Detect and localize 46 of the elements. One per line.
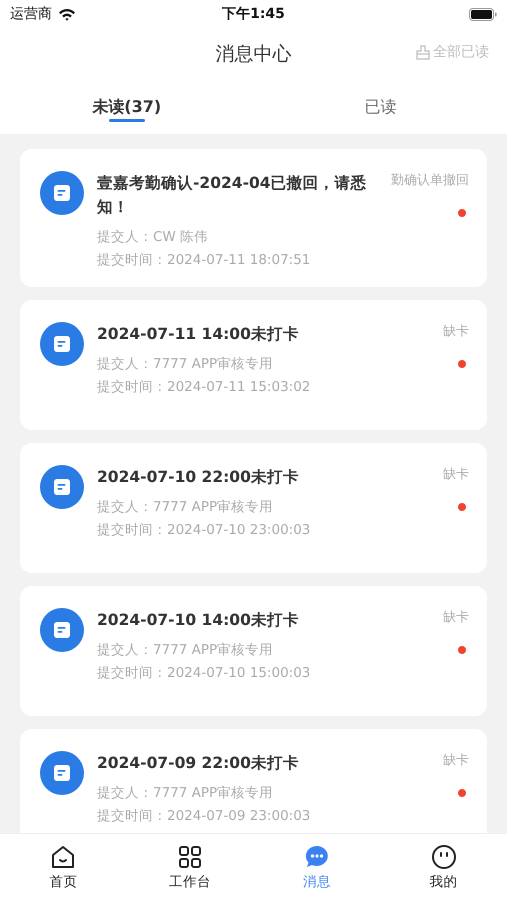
tab[interactable]: 已读 <box>254 80 507 134</box>
battery-icon <box>468 8 497 20</box>
submitter-text: 提交人：CW 陈伟 <box>97 228 210 246</box>
tab-bar-item[interactable]: 消息 <box>254 834 380 900</box>
smiley-icon <box>430 844 457 870</box>
message-type: 缺卡 <box>443 752 469 769</box>
message-title: 2024-07-11 14:00未打卡 <box>97 324 300 345</box>
document-icon <box>40 608 84 652</box>
message-title: 2024-07-09 22:00未打卡 <box>97 753 300 774</box>
chat-bubble-icon <box>304 844 330 870</box>
submit-time-text: 提交时间：2024-07-10 15:00:03 <box>97 664 312 682</box>
message-type: 缺卡 <box>443 609 469 626</box>
document-icon <box>40 751 84 795</box>
message-type: 勤确认单撤回 <box>391 172 469 189</box>
submit-time-text: 提交时间：2024-07-11 18:07:51 <box>97 251 312 269</box>
submitter-text: 提交人：7777 APP审核专用 <box>97 355 274 373</box>
message-card[interactable]: 2024-07-09 22:00未打卡 提交人：7777 APP审核专用 提交时间：2024-07-09 23:00:03 缺卡 <box>20 729 487 833</box>
message-title: 壹嘉考勤确认-2024-04已撤回，请悉知！ <box>97 173 368 218</box>
submitter-text: 提交人：7777 APP审核专用 <box>97 784 274 802</box>
wifi-icon <box>58 8 76 20</box>
broom-icon <box>415 44 431 60</box>
submitter-text: 提交人：7777 APP审核专用 <box>97 498 274 516</box>
submit-time-text: 提交时间：2024-07-11 15:03:02 <box>97 378 312 396</box>
message-card[interactable]: 2024-07-10 22:00未打卡 提交人：7777 APP审核专用 提交时间：2024-07-10 23:00:03 缺卡 <box>20 443 487 573</box>
tab-bar-item[interactable]: 首页 <box>0 834 127 900</box>
submit-time-text: 提交时间：2024-07-09 23:00:03 <box>97 807 312 825</box>
tab-bar-item[interactable]: 我的 <box>380 834 507 900</box>
message-title: 2024-07-10 14:00未打卡 <box>97 610 300 631</box>
message-title: 2024-07-10 22:00未打卡 <box>97 467 300 488</box>
document-icon <box>40 465 84 509</box>
carrier-name: 运营商 <box>10 5 52 23</box>
message-card[interactable]: 2024-07-11 14:00未打卡 提交人：7777 APP审核专用 提交时间：2024-07-11 15:03:02 缺卡 <box>20 300 487 430</box>
home-icon <box>50 844 76 870</box>
tab[interactable]: 未读(37) <box>0 80 254 134</box>
message-card[interactable]: 2024-07-10 14:00未打卡 提交人：7777 APP审核专用 提交时间：2024-07-10 15:00:03 缺卡 <box>20 586 487 716</box>
grid-icon <box>177 844 204 870</box>
status-time: 下午1:45 <box>222 5 285 23</box>
message-type: 缺卡 <box>443 323 469 340</box>
document-icon <box>40 322 84 366</box>
message-type: 缺卡 <box>443 466 469 483</box>
tab-bar-item[interactable]: 工作台 <box>126 834 254 900</box>
submitter-text: 提交人：7777 APP审核专用 <box>97 641 274 659</box>
document-icon <box>40 171 84 215</box>
submit-time-text: 提交时间：2024-07-10 23:00:03 <box>97 521 312 539</box>
page-title: 消息中心 <box>216 42 292 67</box>
message-card[interactable]: 壹嘉考勤确认-2024-04已撤回，请悉知！ 提交人：CW 陈伟 提交时间：2024-07-11 18:07:51 勤确认单撤回 <box>20 149 487 287</box>
